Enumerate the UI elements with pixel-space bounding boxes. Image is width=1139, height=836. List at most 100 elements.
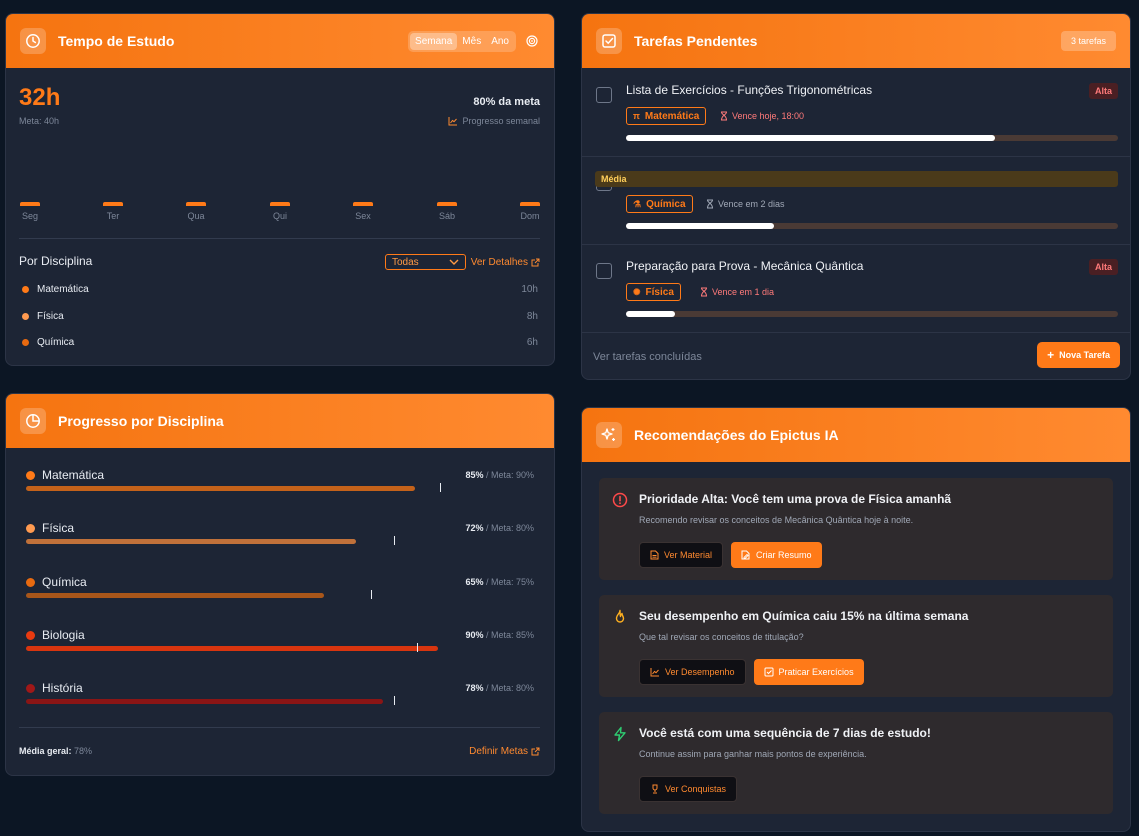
- tasks-card: Tarefas Pendentes 3 tarefas Lista de Exe…: [581, 13, 1131, 380]
- progress-meta: 80%: [515, 683, 534, 693]
- media-geral-value: 78%: [74, 746, 93, 756]
- discipline-hours: 10h: [521, 284, 538, 295]
- discipline-row: Química 6h: [22, 337, 538, 348]
- day-label: Seg: [21, 211, 38, 221]
- alert-circle-icon: [612, 492, 628, 508]
- progress-value: 78%: [465, 683, 484, 693]
- day-label: Sáb: [438, 211, 455, 221]
- ver-desempenho-label: Ver Desempenho: [665, 667, 735, 677]
- criar-resumo-button[interactable]: Criar Resumo: [731, 542, 822, 568]
- study-hours: 32h: [19, 84, 61, 111]
- task-item: Lista de Exercícios - Funções Trigonomét…: [582, 69, 1130, 157]
- due-date: Vence hoje, 18:00: [720, 111, 804, 121]
- day-ter: Ter: [102, 202, 124, 221]
- progress-meta-prefix: / Meta:: [485, 577, 516, 587]
- weekly-progress: Progresso semanal: [448, 116, 540, 126]
- nova-tarefa-button[interactable]: + Nova Tarefa: [1037, 342, 1120, 368]
- subject-tag: ⚗ Química: [626, 195, 693, 213]
- progress-subject: Química: [26, 575, 87, 589]
- day-bar: [186, 202, 206, 206]
- progress-subject-name: Biologia: [42, 628, 85, 642]
- priority-badge: Alta: [1088, 83, 1118, 99]
- discipline-filter-select[interactable]: Todas: [385, 254, 466, 270]
- chart-line-icon: [448, 117, 458, 126]
- ver-conquistas-button[interactable]: Ver Conquistas: [639, 776, 738, 802]
- plus-icon: +: [1047, 348, 1055, 362]
- discipline-dot: [22, 286, 29, 293]
- progress-row: Química 65% / Meta: 75%: [26, 575, 534, 615]
- weekly-progress-label: Progresso semanal: [462, 116, 540, 126]
- ver-tarefas-concluidas-link[interactable]: Ver tarefas concluídas: [593, 351, 702, 363]
- ver-material-button[interactable]: Ver Material: [639, 542, 724, 568]
- day-sex: Sex: [352, 202, 374, 221]
- target-icon[interactable]: [524, 33, 540, 49]
- tab-semana[interactable]: Semana: [410, 32, 458, 50]
- subject-tag: π Matemática: [626, 107, 707, 125]
- study-time-card: Tempo de Estudo Semana Mês Ano 32h Meta:…: [5, 13, 555, 366]
- ver-desempenho-button[interactable]: Ver Desempenho: [639, 659, 746, 685]
- subject-icon: π: [633, 111, 640, 121]
- external-link-icon: [531, 258, 540, 267]
- clock-icon: [20, 28, 46, 54]
- task-title: Preparação para Prova - Mecânica Quântic…: [626, 259, 864, 273]
- progress-fill: [26, 486, 416, 491]
- discipline-name: Química: [37, 337, 75, 348]
- discipline-row: Física 8h: [22, 311, 538, 322]
- tab-ano[interactable]: Ano: [486, 33, 514, 50]
- priority-badge: Alta: [1088, 259, 1118, 275]
- progress-subject: Biologia: [26, 628, 85, 642]
- recommendation-item: Prioridade Alta: Você tem uma prova de F…: [599, 478, 1113, 580]
- ver-detalhes-link[interactable]: Ver Detalhes: [471, 257, 540, 268]
- subject-name: Química: [646, 198, 686, 210]
- subject-tag: ✺ Física: [626, 283, 681, 301]
- chart-line-icon: [650, 668, 659, 677]
- task-checkbox[interactable]: [596, 263, 612, 279]
- pie-chart-icon: [20, 408, 46, 434]
- progress-meta-prefix: / Meta:: [485, 683, 516, 693]
- progress-values: 85% / Meta: 90%: [465, 470, 534, 480]
- progress-row: Matemática 85% / Meta: 90%: [26, 468, 534, 508]
- recommendation-description: Que tal revisar os conceitos de titulaçã…: [639, 632, 804, 642]
- task-progress-track: [626, 311, 1118, 317]
- media-geral: Média geral: 78%: [19, 746, 92, 756]
- progress-row: Biologia 90% / Meta: 85%: [26, 628, 534, 668]
- definir-metas-label: Definir Metas: [469, 746, 528, 757]
- tasks-count-badge: 3 tarefas: [1060, 31, 1116, 51]
- progress-meta: 80%: [515, 523, 534, 533]
- hourglass-icon: [707, 199, 713, 209]
- recommendation-title: Você está com uma sequência de 7 dias de…: [639, 726, 931, 740]
- file-edit-icon: [741, 550, 750, 560]
- day-bar: [270, 202, 290, 206]
- progress-card: Progresso por Disciplina Matemática 85% /…: [5, 393, 555, 776]
- divider: [19, 727, 540, 728]
- subject-dot: [26, 683, 35, 693]
- progress-subject: História: [26, 681, 83, 695]
- flame-icon: [612, 609, 628, 625]
- task-checkbox[interactable]: [596, 87, 612, 103]
- definir-metas-link[interactable]: Definir Metas: [469, 746, 540, 757]
- day-sab: Sáb: [436, 202, 458, 221]
- progress-values: 72% / Meta: 80%: [465, 523, 534, 533]
- progress-meta-prefix: / Meta:: [485, 523, 516, 533]
- subject-dot: [26, 523, 35, 533]
- due-text: Vence em 1 dia: [712, 287, 775, 297]
- praticar-exercicios-button[interactable]: Praticar Exercícios: [753, 659, 864, 685]
- file-icon: [650, 550, 659, 560]
- recommendation-item: Você está com uma sequência de 7 dias de…: [599, 712, 1113, 814]
- tab-mes[interactable]: Mês: [457, 33, 486, 50]
- recommendation-actions: Ver Material Criar Resumo: [639, 542, 822, 568]
- day-label: Qui: [272, 211, 287, 221]
- discipline-name: Matemática: [37, 284, 89, 295]
- task-progress-track: [626, 135, 1118, 141]
- progress-fill: [26, 646, 439, 651]
- progress-subject: Matemática: [26, 468, 104, 482]
- goal-percent: 80% da meta: [473, 96, 540, 108]
- day-seg: Seg: [19, 202, 41, 221]
- chevron-down-icon: [449, 259, 459, 265]
- progress-track: [26, 486, 484, 491]
- discipline-hours: 8h: [526, 311, 538, 322]
- task-progress-track: [626, 223, 1118, 229]
- criar-resumo-label: Criar Resumo: [756, 550, 812, 560]
- progress-track: [26, 593, 484, 598]
- discipline-dot: [22, 339, 29, 346]
